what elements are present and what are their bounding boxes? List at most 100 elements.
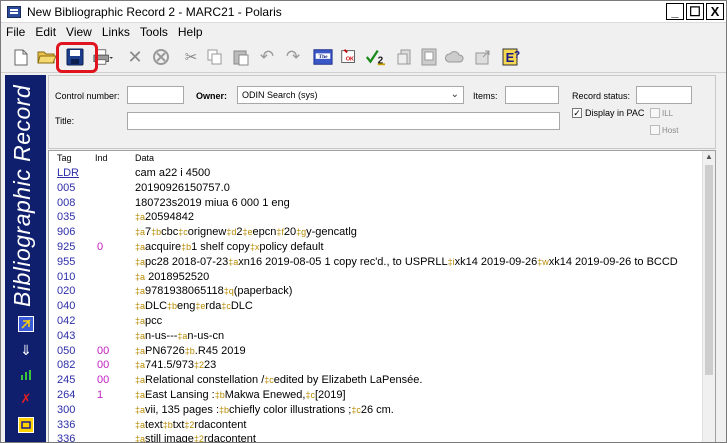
new-document-icon[interactable]	[11, 47, 31, 67]
menu-file[interactable]: File	[1, 25, 30, 39]
field-data[interactable]: ‡a7‡bcbc‡corignew‡d2‡eepcn‡f20‡gy-gencat…	[135, 226, 357, 238]
marc-field-row[interactable]: 050 00 ‡aPN6726‡b.R45 2019	[49, 345, 703, 360]
field-tag[interactable]: 906	[57, 226, 75, 238]
field-tag[interactable]: 336	[57, 433, 75, 442]
marc-field-row[interactable]: 010 ‡a 2018952520	[49, 271, 703, 286]
open-folder-icon[interactable]	[37, 47, 57, 67]
field-indicators[interactable]: 00	[97, 374, 109, 386]
vertical-scrollbar[interactable]: ▲	[702, 151, 715, 442]
validate-ok-icon[interactable]: OK	[339, 47, 359, 67]
scroll-up-icon[interactable]: ▲	[703, 151, 715, 163]
menu-view[interactable]: View	[61, 25, 97, 39]
marc-view-icon[interactable]	[18, 316, 34, 332]
cloud-icon[interactable]	[445, 47, 465, 67]
attach-icon[interactable]	[395, 47, 415, 67]
field-data[interactable]: ‡atext‡btxt‡2rdacontent	[135, 419, 246, 431]
marc-field-row[interactable]: 906 ‡a7‡bcbc‡corignew‡d2‡eepcn‡f20‡gy-gen…	[49, 226, 703, 241]
field-data[interactable]: ‡aDLC‡beng‡erda‡cDLC	[135, 300, 253, 312]
marc-field-row[interactable]: 955 ‡apc28 2018-07-23‡axn16 2019-08-05 1 …	[49, 256, 703, 271]
close-button[interactable]: X	[706, 3, 724, 20]
field-data[interactable]: 20190926150757.0	[135, 182, 230, 194]
field-tag[interactable]: 042	[57, 315, 75, 327]
field-tag[interactable]: 040	[57, 300, 75, 312]
field-data[interactable]: ‡aRelational constellation /‡cedited by …	[135, 374, 422, 386]
field-tag[interactable]: 336	[57, 419, 75, 431]
paste-icon[interactable]	[231, 47, 251, 67]
field-tag[interactable]: 050	[57, 345, 75, 357]
display-in-pac-checkbox[interactable]: ✓	[572, 108, 582, 118]
marc-field-row[interactable]: 925 0 ‡aacquire‡b1 shelf copy‡xpolicy defa…	[49, 241, 703, 256]
field-tag[interactable]: LDR	[57, 167, 79, 179]
field-data[interactable]: ‡avii, 135 pages :‡bchiefly color illust…	[135, 404, 394, 416]
marc-field-row[interactable]: 042 ‡apcc	[49, 315, 703, 330]
marc-field-row[interactable]: 264 1 ‡aEast Lansing :‡bMakwa Enewed,‡c[2…	[49, 389, 703, 404]
field-data[interactable]: cam a22 i 4500	[135, 167, 210, 179]
column-data-header[interactable]: Data	[135, 153, 154, 163]
copy-icon[interactable]	[205, 47, 225, 67]
display-icon[interactable]	[18, 417, 34, 433]
delete-icon[interactable]: ✕	[125, 47, 145, 67]
field-tag[interactable]: 245	[57, 374, 75, 386]
field-tag[interactable]: 955	[57, 256, 75, 268]
field-data[interactable]: ‡a741.5/973‡223	[135, 359, 216, 371]
menu-tools[interactable]: Tools	[135, 25, 173, 39]
marc-grid[interactable]: Tag Ind Data LDR cam a22 i 4500 005 201909…	[48, 150, 716, 442]
statistics-icon[interactable]	[18, 367, 34, 383]
field-tag[interactable]: 043	[57, 330, 75, 342]
field-data[interactable]: ‡a9781938065118‡q(paperback)	[135, 285, 292, 297]
menu-help[interactable]: Help	[173, 25, 208, 39]
field-data[interactable]: ‡astill image‡2rdacontent	[135, 433, 256, 442]
field-indicators[interactable]: 00	[97, 359, 109, 371]
minimize-button[interactable]: _	[666, 3, 684, 20]
menu-links[interactable]: Links	[97, 25, 135, 39]
owner-select[interactable]: ODIN Search (sys) ⌄	[237, 86, 464, 104]
column-tag-header[interactable]: Tag	[57, 153, 72, 163]
field-tag[interactable]: 005	[57, 182, 75, 194]
menu-edit[interactable]: Edit	[30, 25, 61, 39]
control-number-field[interactable]	[127, 86, 184, 104]
scroll-thumb[interactable]	[705, 165, 713, 375]
field-data[interactable]: ‡aPN6726‡b.R45 2019	[135, 345, 246, 357]
field-data[interactable]: ‡aacquire‡b1 shelf copy‡xpolicy default	[135, 241, 324, 253]
field-indicators[interactable]: 1	[97, 389, 103, 401]
field-data[interactable]: ‡aEast Lansing :‡bMakwa Enewed,‡c[2019]	[135, 389, 346, 401]
cancel-icon[interactable]	[151, 47, 171, 67]
maximize-button[interactable]: ☐	[686, 3, 704, 20]
field-tag[interactable]: 082	[57, 359, 75, 371]
undo-icon[interactable]: ↶	[257, 47, 277, 67]
marc-field-row[interactable]: 336 ‡astill image‡2rdacontent	[49, 433, 703, 442]
field-indicators[interactable]: 0	[97, 241, 103, 253]
marc-field-row[interactable]: 336 ‡atext‡btxt‡2rdacontent	[49, 419, 703, 434]
field-tag[interactable]: 010	[57, 271, 75, 283]
field-data[interactable]: ‡a 2018952520	[135, 271, 209, 283]
marc-field-row[interactable]: 300 ‡avii, 135 pages :‡bchiefly color ill…	[49, 404, 703, 419]
field-tag[interactable]: 264	[57, 389, 75, 401]
record-view-icon[interactable]	[419, 47, 439, 67]
field-indicators[interactable]: 00	[97, 345, 109, 357]
field-data[interactable]: ‡apcc	[135, 315, 162, 327]
spellcheck-icon[interactable]: 2	[365, 47, 385, 67]
column-ind-header[interactable]: Ind	[95, 153, 108, 163]
field-tag[interactable]: 008	[57, 197, 75, 209]
marc-field-row[interactable]: 005 20190926150757.0	[49, 182, 703, 197]
record-status-field[interactable]	[636, 86, 692, 104]
cut-icon[interactable]: ✂	[181, 47, 201, 67]
marc-field-row[interactable]: 035 ‡a20594842	[49, 211, 703, 226]
field-tag[interactable]: 300	[57, 404, 75, 416]
field-data[interactable]: ‡apc28 2018-07-23‡axn16 2019-08-05 1 cop…	[135, 256, 678, 268]
help-icon[interactable]: E?	[501, 47, 521, 67]
marc-tag-icon[interactable]: ✗	[18, 391, 34, 407]
linked-view-icon[interactable]: ⇓	[18, 342, 34, 358]
marc-field-row[interactable]: 020 ‡a9781938065118‡q(paperback)	[49, 285, 703, 300]
export-icon[interactable]	[473, 47, 493, 67]
field-data[interactable]: 180723s2019 miua 6 000 1 eng	[135, 197, 290, 209]
marc-field-row[interactable]: 082 00 ‡a741.5/973‡223	[49, 359, 703, 374]
field-tag[interactable]: 035	[57, 211, 75, 223]
marc-field-row[interactable]: 245 00 ‡aRelational constellation /‡cedite…	[49, 374, 703, 389]
marc-field-row[interactable]: LDR cam a22 i 4500	[49, 167, 703, 182]
marc-field-row[interactable]: 008 180723s2019 miua 6 000 1 eng	[49, 197, 703, 212]
redo-icon[interactable]: ↷	[283, 47, 303, 67]
field-tag[interactable]: 925	[57, 241, 75, 253]
field-tag[interactable]: 020	[57, 285, 75, 297]
field-data[interactable]: ‡a20594842	[135, 211, 194, 223]
